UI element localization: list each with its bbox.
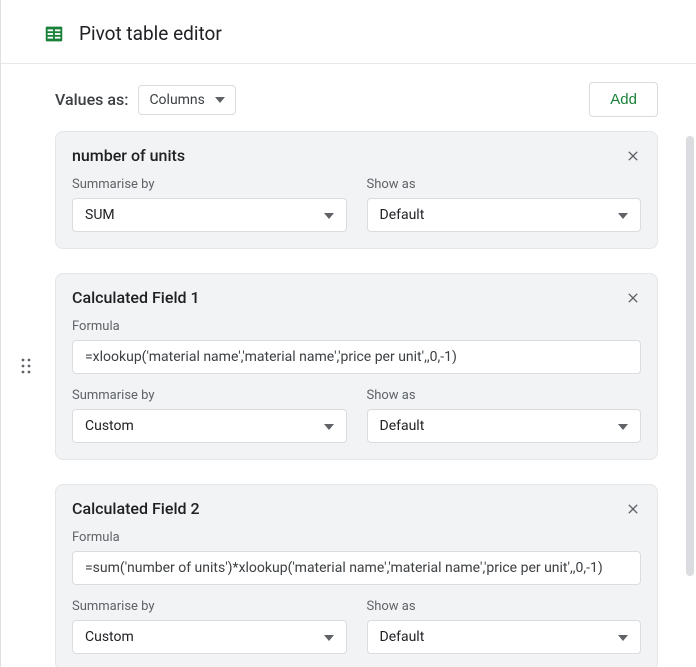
summarise-value: Custom [85,418,134,434]
pivot-editor-panel: Pivot table editor Values as: Columns Ad… [0,0,696,667]
field-row: Summarise by SUM Show as Default [72,177,641,232]
caret-down-icon [324,418,334,434]
showas-select[interactable]: Default [367,409,642,443]
showas-field: Show as Default [367,177,642,232]
sheets-icon [43,23,65,45]
formula-field: Formula [72,319,641,374]
close-icon[interactable] [625,148,641,164]
summarise-value: SUM [85,207,115,223]
showas-select[interactable]: Default [367,620,642,654]
card-title: Calculated Field 1 [72,288,200,307]
caret-down-icon [215,97,225,103]
showas-label: Show as [367,388,642,403]
showas-label: Show as [367,177,642,192]
panel-body: Values as: Columns Add number of units S… [1,64,696,667]
summarise-select[interactable]: Custom [72,409,347,443]
summarise-label: Summarise by [72,599,347,614]
field-row: Summarise by Custom Show as Default [72,388,641,443]
caret-down-icon [324,629,334,645]
card-head: number of units [72,146,641,165]
caret-down-icon [324,207,334,223]
showas-value: Default [380,418,425,434]
values-as-value: Columns [149,92,204,108]
values-as-label: Values as: [55,90,128,109]
drag-handle-icon[interactable] [21,358,31,378]
formula-field: Formula [72,530,641,585]
summarise-select[interactable]: Custom [72,620,347,654]
value-card: Calculated Field 1 Formula Summarise by … [55,273,658,460]
values-add-button[interactable]: Add [589,82,658,117]
panel-title: Pivot table editor [79,22,222,45]
field-row: Summarise by Custom Show as Default [72,599,641,654]
formula-label: Formula [72,319,641,334]
panel-header: Pivot table editor [1,0,696,64]
summarise-field: Summarise by Custom [72,599,347,654]
formula-label: Formula [72,530,641,545]
showas-field: Show as Default [367,388,642,443]
summarise-field: Summarise by SUM [72,177,347,232]
summarise-label: Summarise by [72,388,347,403]
summarise-label: Summarise by [72,177,347,192]
value-card: number of units Summarise by SUM Show as [55,131,658,249]
card-title: number of units [72,146,185,165]
summarise-value: Custom [85,629,134,645]
summarise-field: Summarise by Custom [72,388,347,443]
values-as-left: Values as: Columns [55,85,236,115]
summarise-select[interactable]: SUM [72,198,347,232]
showas-label: Show as [367,599,642,614]
showas-field: Show as Default [367,599,642,654]
card-head: Calculated Field 1 [72,288,641,307]
scrollbar[interactable] [682,60,696,667]
caret-down-icon [618,629,628,645]
card-title: Calculated Field 2 [72,499,200,518]
showas-value: Default [380,207,425,223]
scrollbar-thumb[interactable] [686,136,694,576]
value-card: Calculated Field 2 Formula Summarise by … [55,484,658,667]
formula-input[interactable] [72,551,641,585]
showas-value: Default [380,629,425,645]
caret-down-icon [618,418,628,434]
values-as-row: Values as: Columns Add [55,82,658,117]
showas-select[interactable]: Default [367,198,642,232]
card-head: Calculated Field 2 [72,499,641,518]
caret-down-icon [618,207,628,223]
formula-input[interactable] [72,340,641,374]
close-icon[interactable] [625,290,641,306]
values-as-select[interactable]: Columns [138,85,235,115]
close-icon[interactable] [625,501,641,517]
